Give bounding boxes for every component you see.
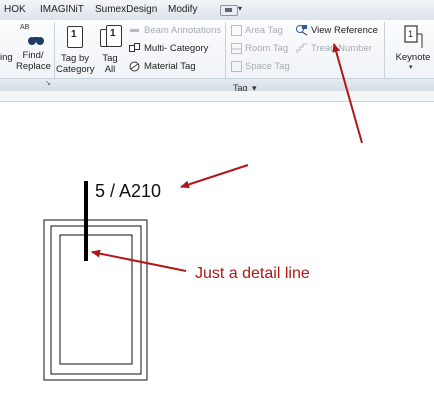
arrow-to-detail-line bbox=[91, 249, 187, 272]
beam-icon bbox=[130, 29, 139, 32]
tag-by-category-line2: Category bbox=[56, 64, 95, 75]
tag-by-category-button[interactable]: 1 bbox=[63, 25, 87, 49]
menu-item-hok[interactable]: HOK bbox=[4, 4, 26, 15]
ribbon-toggle-icon[interactable] bbox=[220, 5, 238, 16]
keynote-icon: 1 bbox=[404, 25, 423, 48]
find-replace-label[interactable]: Find/ Replace bbox=[16, 50, 51, 72]
tag-all-line2: All bbox=[104, 64, 116, 75]
space-tag-label: Space Tag bbox=[245, 61, 290, 72]
find-replace-icon-text: AB bbox=[20, 24, 30, 31]
beam-annotations-label: Beam Annotations bbox=[144, 25, 222, 36]
tag-all-button[interactable]: 1 bbox=[98, 25, 124, 49]
arrow-to-tag bbox=[180, 164, 249, 189]
room-tag-icon bbox=[231, 43, 242, 54]
find-replace-button[interactable]: AB bbox=[18, 24, 46, 48]
tag-all-icon: 1 bbox=[106, 25, 122, 47]
menu-item-modify[interactable]: Modify bbox=[168, 4, 197, 15]
menu-bar: HOK IMAGINiT SumexDesign Modify ▾ bbox=[0, 0, 434, 21]
middle-frame bbox=[50, 225, 142, 375]
svg-text:1: 1 bbox=[408, 29, 413, 39]
keynote-label[interactable]: Keynote bbox=[394, 52, 432, 63]
room-tag-label: Room Tag bbox=[245, 43, 289, 54]
annotation-text: Just a detail line bbox=[195, 265, 310, 282]
keynote-button[interactable]: 1 bbox=[400, 24, 424, 50]
space-tag-icon bbox=[231, 61, 242, 72]
binoculars-icon bbox=[28, 37, 44, 45]
area-tag-icon bbox=[231, 25, 242, 36]
arrow-overlay bbox=[332, 43, 363, 144]
chevron-down-icon[interactable]: ▾ bbox=[238, 4, 242, 13]
ribbon-cut-label[interactable]: ing bbox=[0, 52, 13, 63]
menu-item-sumexdesign[interactable]: SumexDesign bbox=[95, 4, 157, 15]
inner-frame bbox=[59, 234, 133, 365]
tag-by-category-line1: Tag by bbox=[61, 53, 89, 64]
material-tag-icon bbox=[129, 61, 140, 72]
tag-by-category-label[interactable]: Tag by Category bbox=[56, 53, 95, 75]
menu-item-imaginit[interactable]: IMAGINiT bbox=[40, 4, 84, 15]
tag-all-label[interactable]: Tag All bbox=[98, 53, 122, 75]
find-replace-label-line1: Find/ bbox=[22, 50, 44, 61]
multi-category-icon bbox=[129, 43, 140, 52]
arrow-to-view-reference bbox=[332, 43, 363, 144]
area-tag-label: Area Tag bbox=[245, 25, 283, 36]
tag-icon: 1 bbox=[67, 26, 83, 48]
detail-tag-text[interactable]: 5 / A210 bbox=[95, 181, 161, 202]
material-tag-label: Material Tag bbox=[144, 61, 196, 72]
keynote-dropdown-icon[interactable]: ▾ bbox=[409, 63, 413, 71]
dialog-launcher-icon[interactable]: ↘ bbox=[45, 79, 51, 87]
multi-category-label: Multi- Category bbox=[144, 43, 209, 54]
tag-all-line1: Tag bbox=[102, 53, 118, 64]
find-replace-label-line2: Replace bbox=[16, 61, 51, 72]
